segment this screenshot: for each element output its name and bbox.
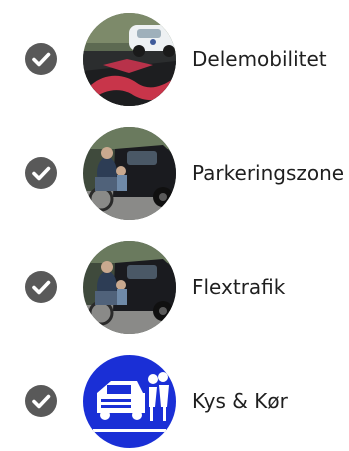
item-label: Delemobilitet [192, 47, 327, 71]
list-item-delemobilitet[interactable]: Delemobilitet [0, 9, 349, 109]
wheelchair-car-photo [83, 241, 176, 334]
list-item-kys-og-koer[interactable]: Kys & Kør [0, 351, 349, 451]
check-circle-icon[interactable] [25, 385, 57, 417]
check-circle-icon[interactable] [25, 271, 57, 303]
list-item-flextrafik[interactable]: Flextrafik [0, 237, 349, 337]
category-list: Delemobilitet Parkeringszone Flextrafik … [0, 0, 349, 448]
list-item-parkeringszone[interactable]: Parkeringszone [0, 123, 349, 223]
item-label: Kys & Kør [192, 389, 288, 413]
shared-mobility-parking-photo [83, 13, 176, 106]
check-circle-icon[interactable] [25, 157, 57, 189]
kiss-and-ride-sign-icon [83, 355, 176, 448]
item-label: Flextrafik [192, 275, 286, 299]
wheelchair-car-photo [83, 127, 176, 220]
item-label: Parkeringszone [192, 161, 345, 185]
check-circle-icon[interactable] [25, 43, 57, 75]
